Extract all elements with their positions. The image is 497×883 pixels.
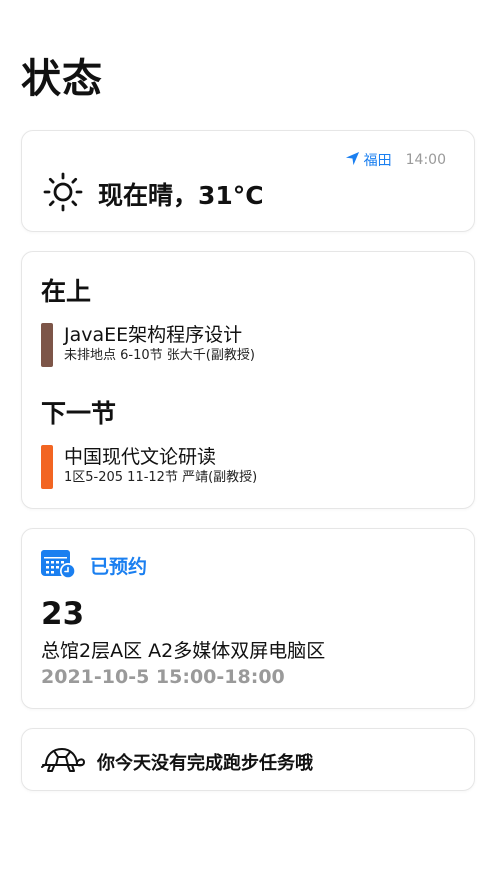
seat-location: 总馆2层A区 A2多媒体双屏电脑区 (41, 640, 326, 662)
location-arrow-icon (345, 151, 360, 170)
calendar-clock-icon (40, 547, 76, 583)
turtle-icon (40, 745, 86, 779)
location-name: 福田 (363, 153, 392, 169)
reservation-time: 2021-10-5 15:00-18:00 (41, 666, 285, 688)
weather-summary: 现在晴，31°C (98, 181, 264, 210)
seat-number: 23 (41, 596, 85, 632)
course-name: 中国现代文论研读 (64, 446, 217, 468)
reservation-card[interactable]: 已预约 23 总馆2层A区 A2多媒体双屏电脑区 2021-10-5 15:00… (21, 528, 475, 709)
run-reminder-card[interactable]: 你今天没有完成跑步任务哦 (21, 728, 475, 791)
course-color-bar (41, 323, 53, 367)
course-detail: 未排地点 6-10节 张大千(副教授) (64, 348, 255, 363)
weather-time: 14:00 (405, 152, 446, 168)
course-detail: 1区5-205 11-12节 严靖(副教授) (64, 470, 258, 485)
sun-icon (42, 171, 84, 217)
course-color-bar (41, 445, 53, 489)
current-course[interactable]: JavaEE架构程序设计 未排地点 6-10节 张大千(副教授) (41, 323, 255, 367)
next-course[interactable]: 中国现代文论研读 1区5-205 11-12节 严靖(副教授) (41, 445, 257, 489)
reservation-status: 已预约 (90, 555, 148, 578)
weather-card[interactable]: 福田 14:00 现在晴，31°C (21, 130, 475, 232)
course-name: JavaEE架构程序设计 (64, 324, 243, 346)
page-title: 状态 (21, 56, 103, 102)
current-class-heading: 在上 (41, 277, 92, 306)
weather-location[interactable]: 福田 14:00 (345, 150, 446, 170)
next-class-heading: 下一节 (41, 399, 117, 428)
class-schedule-card[interactable]: 在上 JavaEE架构程序设计 未排地点 6-10节 张大千(副教授) 下一节 … (21, 251, 475, 509)
run-reminder-text: 你今天没有完成跑步任务哦 (97, 753, 313, 774)
